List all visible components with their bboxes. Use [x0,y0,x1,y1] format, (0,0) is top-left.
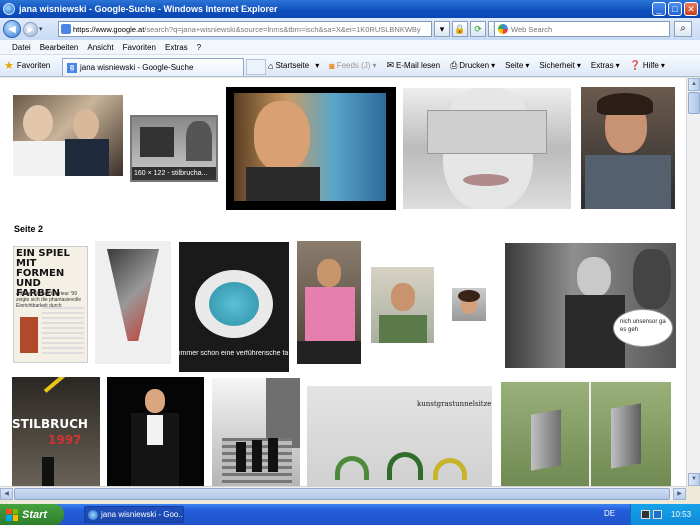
maximize-button[interactable]: □ [668,2,682,16]
taskbar: Start jana wisniewski - Goo... DE 10:53 [0,504,700,525]
hover-caption: 160 × 122 - stilbrucha... [132,167,216,180]
tray-icon[interactable] [653,510,662,519]
page-menu[interactable]: Seite ▾ [505,61,529,70]
url-text: https://www.google.at/search?q=jana+wisn… [73,24,421,34]
clock: 10:53 [671,510,692,519]
home-icon: ⌂ [268,60,274,71]
image-result-4[interactable] [403,88,571,209]
menu-favorites[interactable]: Favoriten [123,43,156,52]
vertical-scrollbar[interactable]: ▲ ▼ [686,78,700,486]
mail-button[interactable]: ✉ E-Mail lesen [387,60,441,71]
kunst-caption: kunstgrastunnelsitze [417,400,492,408]
tray-icon[interactable] [641,510,650,519]
tools-menu[interactable]: Extras ▾ [591,61,620,70]
menu-bar: Datei Bearbeiten Ansicht Favoriten Extra… [0,40,700,55]
image-results: 160 × 122 - stilbrucha... Seite 2 EIN SP… [0,78,686,486]
printer-icon: ⎙ [450,60,458,70]
feeds-button[interactable]: ◙ Feeds (J) ▾ [329,61,376,71]
forward-button[interactable]: ▶ [23,21,38,37]
horizontal-scroll-thumb[interactable] [14,488,670,500]
menu-help[interactable]: ? [197,43,201,52]
ie-icon [3,3,15,15]
home-button[interactable]: ⌂ Startseite ▾ [268,61,319,71]
speech-bubble: nich unsensor ga es geh [613,309,673,347]
image-result-7[interactable] [95,241,171,364]
refresh-button[interactable]: ⟳ [470,21,486,37]
google-logo-icon [498,24,508,34]
print-button[interactable]: ⎙ Drucken ▾ [450,60,495,71]
address-bar[interactable]: https://www.google.at/search?q=jana+wisn… [58,21,432,37]
page-icon [61,24,71,34]
image-result-5[interactable] [581,87,675,209]
command-bar: ★ Favoriten g jana wisniewski - Google-S… [0,55,700,77]
menu-tools[interactable]: Extras [165,43,188,52]
address-dropdown-button[interactable]: ▾ [434,21,450,37]
window-title: jana wisniewski - Google-Suche - Windows… [19,4,278,14]
title-bar: jana wisniewski - Google-Suche - Windows… [0,0,700,18]
stilbruch-text: STILBRUCH [12,417,88,431]
history-dropdown[interactable]: ▾ [39,25,43,33]
security-menu[interactable]: Sicherheit ▾ [539,61,581,70]
new-tab-button[interactable] [246,59,266,75]
image-result-15[interactable] [212,378,300,486]
windows-flag-icon [6,508,18,521]
image-result-17[interactable] [501,382,671,486]
image-result-8[interactable]: immer schon eine verführerische fa [179,242,289,372]
rss-icon: ◙ [329,60,335,71]
search-input[interactable] [511,24,651,34]
stilbruch-year: 1997 [48,433,82,447]
scroll-down-button[interactable]: ▼ [688,473,700,486]
image-result-9[interactable] [297,241,361,364]
help-menu[interactable]: ❓ Hilfe ▾ [630,60,665,71]
scroll-right-button[interactable]: ▶ [673,488,686,500]
google-tab-icon: g [67,62,77,73]
search-button[interactable]: ⌕ [674,21,692,37]
image-result-12[interactable]: nich unsensor ga es geh [505,243,676,368]
image-result-3[interactable] [226,87,396,210]
back-button[interactable]: ◀ [3,20,21,38]
tab-label: jana wisniewski - Google-Suche [80,63,194,72]
language-indicator[interactable]: DE [604,509,615,518]
horizontal-scrollbar[interactable]: ◀ ▶ [0,486,686,500]
scroll-up-button[interactable]: ▲ [688,78,700,91]
magnifier-icon: ⌕ [680,23,686,34]
image-result-10[interactable] [371,267,434,343]
menu-view[interactable]: Ansicht [87,43,113,52]
menu-edit[interactable]: Bearbeiten [40,43,79,52]
favorites-button[interactable]: ★ Favoriten [4,59,60,72]
forward-arrow-icon: ▶ [27,24,34,34]
address-row: ◀ ▶ ▾ https://www.google.at/search?q=jan… [0,18,700,40]
system-tray: 10:53 [630,504,700,525]
help-icon: ❓ [629,60,641,70]
scroll-left-button[interactable]: ◀ [0,488,13,500]
close-button[interactable]: ✕ [684,2,698,16]
search-box[interactable] [494,21,670,37]
image-result-11[interactable] [452,288,486,321]
image-result-13[interactable]: STILBRUCH 1997 [12,377,100,486]
star-icon: ★ [4,60,14,72]
tab-google-search[interactable]: g jana wisniewski - Google-Suche [62,58,244,76]
image-result-6[interactable]: EIN SPIEL MIT FORMEN UND FARBEN Auf der … [13,246,88,363]
page-2-label: Seite 2 [14,224,44,234]
image-result-2[interactable]: 160 × 122 - stilbrucha... [130,115,218,182]
taskbar-item-ie[interactable]: jana wisniewski - Goo... [84,506,184,523]
spaghetti-caption: immer schon eine verführerische fa [179,350,289,357]
back-arrow-icon: ◀ [8,23,16,35]
scroll-corner [686,486,700,500]
mail-icon: ✉ [386,60,395,70]
minimize-button[interactable]: _ [652,2,666,16]
vertical-scroll-thumb[interactable] [688,92,700,114]
image-result-14[interactable] [107,377,204,486]
menu-file[interactable]: Datei [12,43,31,52]
image-result-16[interactable]: kunstgrastunnelsitze [307,386,492,486]
ie-icon [88,509,98,520]
lock-icon[interactable]: 🔒 [452,21,468,37]
start-button[interactable]: Start [0,504,64,525]
image-result-1[interactable] [13,95,123,176]
